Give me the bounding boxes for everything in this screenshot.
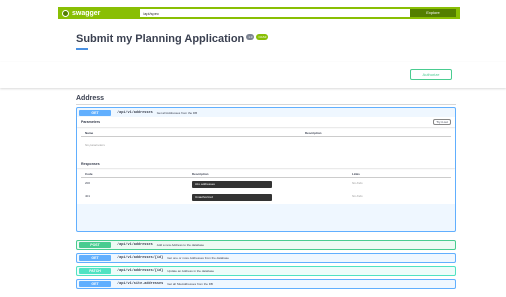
param-col-name: Name — [85, 131, 94, 135]
param-col-description: Description — [305, 131, 322, 135]
try-it-out-button[interactable]: Try it out — [433, 119, 451, 125]
parameters-header: Parameters Try it out — [77, 117, 455, 127]
response-code: 401 — [85, 194, 91, 198]
operation-description: Get all SiteAddresses from the DB — [167, 282, 213, 286]
response-row: 401 Unauthorized No links — [81, 191, 451, 204]
response-description-cell: ALL addresses — [192, 181, 352, 188]
operation-path: /api/v1/addresses — [117, 110, 153, 115]
divider — [76, 104, 456, 105]
swagger-logo-icon — [62, 9, 69, 17]
response-code: 200 — [85, 181, 91, 185]
response-row: 200 ALL addresses No links — [81, 178, 451, 191]
spec-link[interactable] — [76, 48, 88, 50]
responses-header: Responses — [77, 159, 455, 168]
operation-path: /api/v1/addresses — [117, 243, 153, 247]
resp-col-code: Code — [85, 172, 93, 176]
operation-description: Get one or more Addresses from the datab… — [167, 256, 229, 260]
operation-summary[interactable]: GET /api/v1/addresses Get all Addresses … — [77, 108, 455, 117]
resp-col-description: Description — [192, 172, 209, 176]
operation-get-address-by-id[interactable]: GET /api/v1/addresses/{id} Get one or mo… — [76, 253, 456, 263]
method-badge: GET — [79, 255, 111, 261]
method-badge: PATCH — [79, 268, 111, 274]
response-links: No links — [352, 194, 363, 198]
logo-text: swagger — [72, 9, 101, 17]
resp-col-links: Links — [352, 172, 360, 176]
tag-section-title[interactable]: Address — [76, 95, 104, 102]
operation-patch-address[interactable]: PATCH /api/v1/addresses/{id} Update an A… — [76, 266, 456, 276]
page-title: Submit my Planning Application 1.0 OAS3 — [76, 33, 269, 45]
api-title: Submit my Planning Application — [76, 33, 245, 45]
topbar: swagger Explore — [58, 7, 460, 19]
response-description: ALL addresses — [192, 181, 272, 188]
method-badge: GET — [79, 109, 111, 116]
swagger-logo[interactable]: swagger — [62, 9, 140, 17]
operation-post-addresses[interactable]: POST /api/v1/addresses Add a new Address… — [76, 240, 456, 250]
response-description: Unauthorized — [192, 194, 272, 201]
version-badge: 1.0 — [246, 34, 255, 40]
response-description-cell: Unauthorized — [192, 194, 352, 201]
method-badge: GET — [79, 281, 111, 287]
operation-path: /api/v1/site-addresses — [117, 282, 164, 286]
operation-get-site-addresses[interactable]: GET /api/v1/site-addresses Get all SiteA… — [76, 279, 456, 289]
operation-description: Get all Addresses from the DB — [156, 110, 198, 115]
no-parameters-text: No parameters — [85, 143, 105, 147]
authorize-label: Authorize — [422, 72, 440, 77]
operation-path: /api/v1/addresses/{id} — [117, 269, 164, 273]
spec-url-input[interactable] — [140, 9, 410, 17]
explore-button[interactable]: Explore — [410, 9, 456, 17]
operation-path: /api/v1/addresses/{id} — [117, 256, 164, 260]
operation-description: Add a new Address to the database — [156, 243, 205, 247]
method-badge: POST — [79, 242, 111, 248]
parameters-label: Parameters — [81, 120, 101, 124]
responses-table-header: Code Description Links — [81, 168, 451, 178]
operation-body: Parameters Try it out Name Description N… — [77, 117, 455, 204]
oas-badge: OAS3 — [256, 34, 269, 40]
operation-get-addresses: GET /api/v1/addresses Get all Addresses … — [76, 107, 456, 232]
authorize-button[interactable]: Authorize — [410, 69, 452, 80]
parameters-table-header: Name Description — [81, 127, 451, 137]
operation-description: Update an Address in the database — [167, 269, 215, 273]
response-links: No links — [352, 181, 363, 185]
